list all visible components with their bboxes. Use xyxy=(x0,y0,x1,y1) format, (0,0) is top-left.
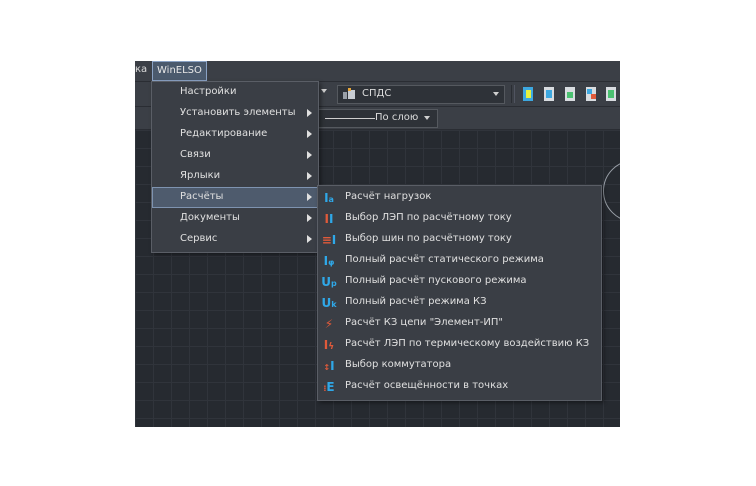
report-tool-icon[interactable] xyxy=(604,86,618,102)
submenu-item-static-mode[interactable]: Iφ Полный расчёт статического режима xyxy=(318,250,601,271)
file-tool-icon[interactable] xyxy=(521,86,535,102)
lightning-icon: ⚡ xyxy=(324,317,334,331)
line-select-icon: II xyxy=(324,212,334,226)
submenu-item-switch-select[interactable]: ↕I Выбор коммутатора xyxy=(318,355,601,376)
submenu-item-label: Расчёт нагрузок xyxy=(345,191,432,202)
lineweight-select[interactable]: По слою xyxy=(318,109,438,128)
spec-tool-icon[interactable] xyxy=(584,86,598,102)
menu-bar-item-prev[interactable]: ка xyxy=(135,64,147,75)
calculations-submenu: Ia Расчёт нагрузок II Выбор ЛЭП по расчё… xyxy=(317,185,602,401)
menu-item-labels[interactable]: Ярлыки xyxy=(152,166,318,187)
submenu-item-start-mode[interactable]: Up Полный расчёт пускового режима xyxy=(318,271,601,292)
menu-item-calculations[interactable]: Расчёты xyxy=(152,187,318,208)
start-mode-icon: Up xyxy=(321,275,337,289)
submenu-item-element-source-sc[interactable]: ⚡ Расчёт КЗ цепи "Элемент-ИП" xyxy=(318,313,601,334)
submenu-item-illumination[interactable]: ⁝E Расчёт освещённости в точках xyxy=(318,376,601,397)
submenu-item-label: Расчёт КЗ цепи "Элемент-ИП" xyxy=(345,317,503,328)
chevron-right-icon xyxy=(307,172,312,180)
menu-item-label: Установить элементы xyxy=(180,107,296,118)
menu-item-install-elements[interactable]: Установить элементы xyxy=(152,103,318,124)
chevron-right-icon xyxy=(307,214,312,222)
layer-icon xyxy=(343,88,355,99)
menu-item-label: Настройки xyxy=(180,86,237,97)
submenu-item-label: Полный расчёт режима КЗ xyxy=(345,296,487,307)
submenu-item-short-circuit-mode[interactable]: Uk Полный расчёт режима КЗ xyxy=(318,292,601,313)
menu-bar: ка WinELSO xyxy=(135,61,620,82)
chevron-right-icon xyxy=(307,235,312,243)
menu-item-label: Расчёты xyxy=(180,191,224,202)
submenu-item-label: Расчёт ЛЭП по термическому воздействию К… xyxy=(345,338,590,349)
menu-item-label: Документы xyxy=(180,212,240,223)
submenu-item-thermal-line[interactable]: Iϟ Расчёт ЛЭП по термическому воздействи… xyxy=(318,334,601,355)
switch-select-icon: ↕I xyxy=(323,359,335,373)
chevron-down-icon[interactable] xyxy=(321,89,327,93)
menu-item-label: Сервис xyxy=(180,233,218,244)
short-circuit-mode-icon: Uk xyxy=(321,296,337,310)
bus-select-icon: ≡I xyxy=(321,233,337,247)
thermal-icon: Iϟ xyxy=(323,338,335,352)
chevron-right-icon xyxy=(307,151,312,159)
cad-window: ка WinELSO СПДС По слою Настройки Устано… xyxy=(135,61,620,427)
submenu-item-label: Выбор ЛЭП по расчётному току xyxy=(345,212,512,223)
submenu-item-load-calc[interactable]: Ia Расчёт нагрузок xyxy=(318,187,601,208)
submenu-item-bus-select[interactable]: ≡I Выбор шин по расчётному току xyxy=(318,229,601,250)
sheet-tool-icon[interactable] xyxy=(563,86,577,102)
chevron-down-icon xyxy=(424,116,430,120)
submenu-item-label: Выбор коммутатора xyxy=(345,359,452,370)
chevron-right-icon xyxy=(307,130,312,138)
menu-item-settings[interactable]: Настройки xyxy=(152,82,318,103)
submenu-item-label: Полный расчёт пускового режима xyxy=(345,275,527,286)
menu-item-editing[interactable]: Редактирование xyxy=(152,124,318,145)
document-tool-icon[interactable] xyxy=(542,86,556,102)
layer-select[interactable]: СПДС xyxy=(337,85,505,104)
menu-item-documents[interactable]: Документы xyxy=(152,208,318,229)
drawing-circle xyxy=(603,160,620,222)
menu-item-links[interactable]: Связи xyxy=(152,145,318,166)
illumination-icon: ⁝E xyxy=(323,380,335,394)
menu-bar-item-winelso[interactable]: WinELSO xyxy=(152,61,207,81)
layer-select-value: СПДС xyxy=(362,88,392,99)
menu-item-label: Редактирование xyxy=(180,128,268,139)
menu-item-label: Ярлыки xyxy=(180,170,221,181)
submenu-item-line-select[interactable]: II Выбор ЛЭП по расчётному току xyxy=(318,208,601,229)
lineweight-select-value: По слою xyxy=(375,112,419,123)
submenu-item-label: Полный расчёт статического режима xyxy=(345,254,544,265)
submenu-item-label: Расчёт освещённости в точках xyxy=(345,380,509,391)
menu-item-service[interactable]: Сервис xyxy=(152,229,318,250)
load-calc-icon: Ia xyxy=(324,191,334,205)
menu-item-label: Связи xyxy=(180,149,211,160)
chevron-right-icon xyxy=(307,193,312,201)
chevron-right-icon xyxy=(307,109,312,117)
static-mode-icon: Iφ xyxy=(323,254,335,268)
submenu-item-label: Выбор шин по расчётному току xyxy=(345,233,512,244)
winelso-menu: Настройки Установить элементы Редактиров… xyxy=(151,81,319,253)
toolbar-separator xyxy=(511,85,515,103)
chevron-down-icon xyxy=(493,92,499,96)
line-preview xyxy=(325,118,375,119)
